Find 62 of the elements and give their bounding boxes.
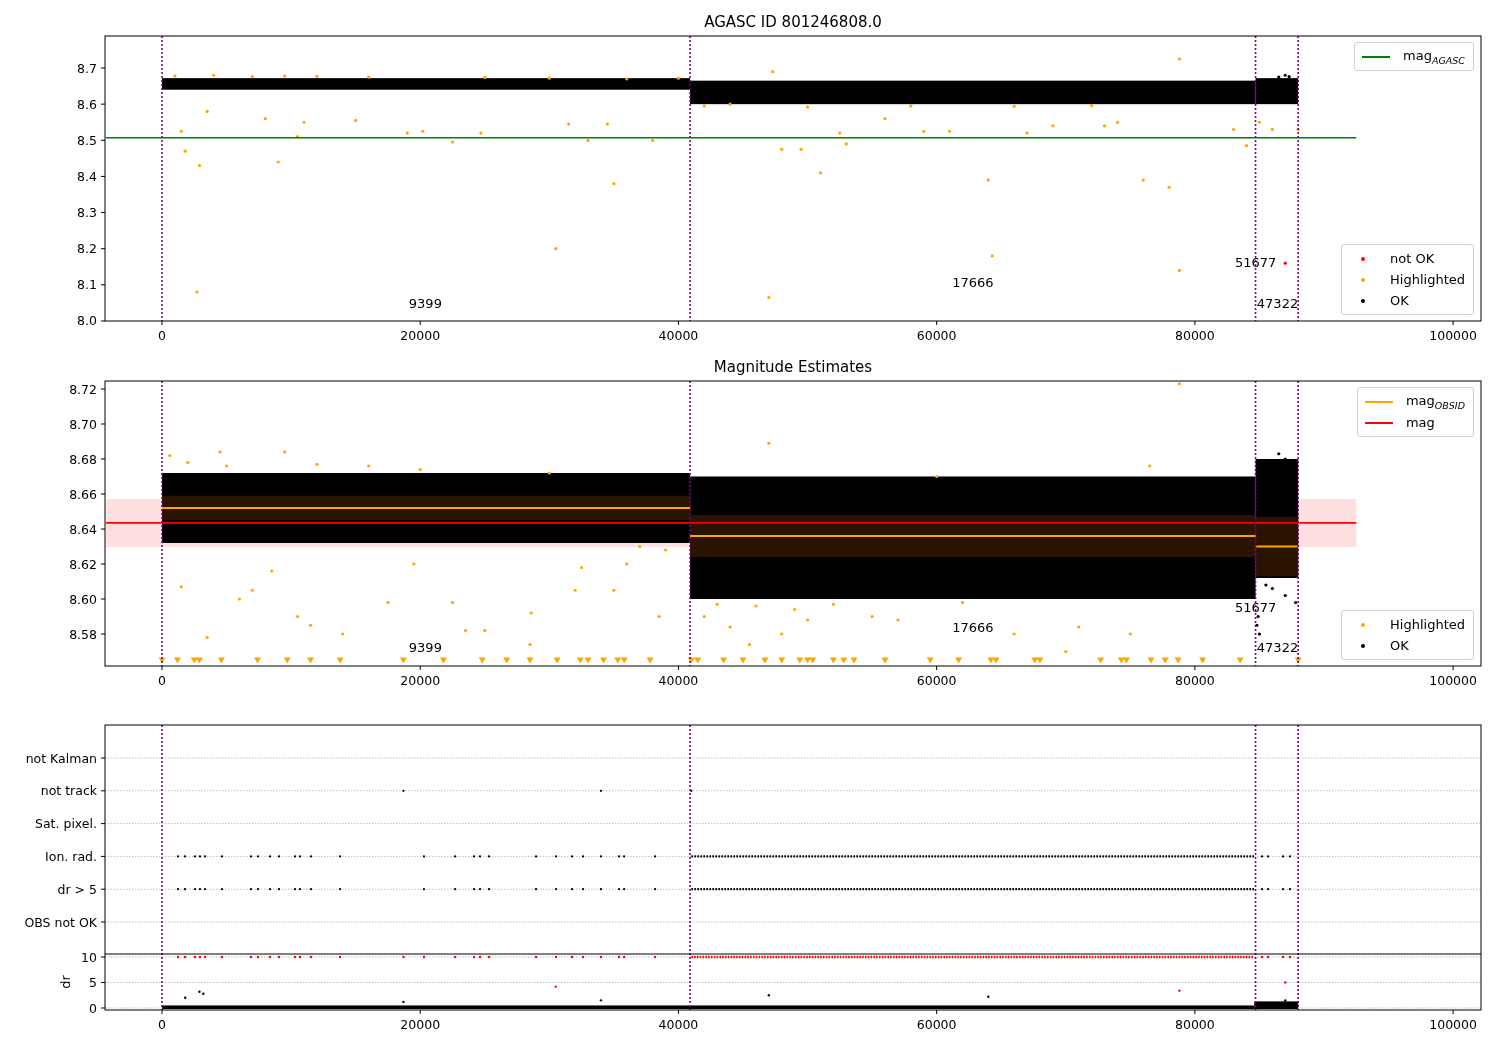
tick-label: 8.68 [69,451,97,467]
annotation-label: 17666 [952,274,994,290]
tick-label: 20000 [400,673,441,688]
tick-label: 40000 [658,673,699,688]
annotation-label: 51677 [1234,254,1277,270]
annotation-label: 47322 [1256,640,1299,655]
tick-label: 100000 [1429,328,1477,343]
tick-label: 0 [158,1017,166,1032]
tick-label: OBS not OK [24,914,97,930]
chart-title: AGASC ID 801246808.0 [704,13,882,31]
legend-label: Highlighted [1390,617,1465,632]
tick-label: 8.58 [69,626,97,642]
tick-label: 8.70 [69,416,97,432]
annotation-label: 51677 [1234,599,1277,615]
tick-label: 8.72 [69,381,97,397]
tick-label: dr > 5 [57,881,97,897]
tick-label: 0 [158,328,166,343]
tick-label: 60000 [916,1017,957,1032]
tick-label: 20000 [400,1017,441,1032]
tick-label: 8.5 [77,132,97,148]
tick-label: 40000 [658,1017,699,1032]
tick-label: 80000 [1175,673,1215,688]
tick-label: 8.66 [69,486,97,502]
tick-label: 100000 [1429,1017,1477,1032]
tick-label: 8.3 [77,205,97,221]
tick-label: 80000 [1175,1017,1215,1032]
legend-label: Highlighted [1390,272,1465,287]
legend-label: mag$_{OBSID}$ [1405,392,1465,411]
tick-label: 0 [89,1000,97,1016]
tick-label: 60000 [916,328,957,343]
tick-label: 8.2 [77,241,97,257]
chart-title: Magnitude Estimates [713,358,873,376]
tick-label: 5 [89,975,97,990]
legend-label: not OK [1390,251,1435,266]
tick-label: 8.64 [69,521,97,537]
tick-label: 60000 [916,673,957,688]
tick-label: 80000 [1175,328,1215,343]
tick-label: 40000 [658,328,699,343]
annotation-label: 9399 [408,296,442,312]
tick-label: 8.6 [77,96,97,112]
tick-label: 20000 [400,328,441,343]
tick-label: Ion. rad. [45,848,97,864]
tick-label: Sat. pixel. [35,816,97,832]
tick-label: 10 [81,949,97,965]
legend-label: OK [1390,293,1409,308]
legend-label: mag$_{AGASC}$ [1403,47,1465,66]
tick-label: 8.4 [77,168,97,184]
tick-label: 8.7 [77,60,97,76]
tick-label: not Kalman [25,750,97,766]
legend-label: OK [1390,638,1409,653]
tick-label: 8.0 [77,313,97,329]
legend-label: mag [1405,415,1435,430]
tick-label: not track [40,783,97,799]
annotation-label: 17666 [952,620,994,636]
tick-label: 100000 [1429,673,1477,688]
tick-label: 8.62 [69,556,97,572]
axis-label: dr [58,975,73,989]
tick-label: 0 [158,673,166,688]
tick-label: 8.1 [77,277,97,293]
tick-label: 8.60 [69,591,97,607]
annotation-label: 9399 [408,640,442,655]
annotation-label: 47322 [1256,296,1299,312]
